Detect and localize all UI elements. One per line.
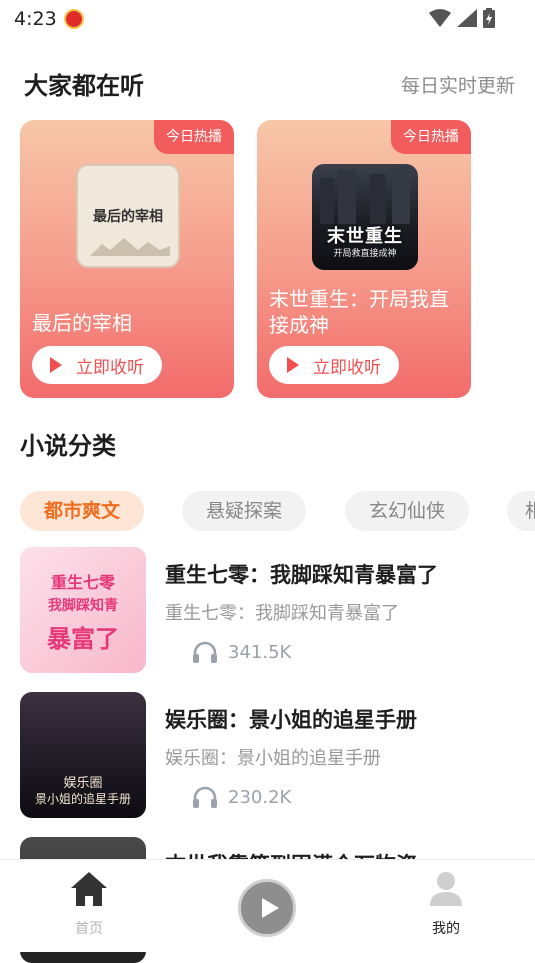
listen-now-label: 立即收听 <box>76 357 144 378</box>
popular-section-subtitle: 每日实时更新 <box>400 75 515 97</box>
play-icon <box>262 898 279 918</box>
status-time: 4:23 <box>14 8 57 30</box>
wifi-icon <box>429 9 451 27</box>
play-icon <box>287 357 299 373</box>
play-count-value: 230.2K <box>228 786 292 808</box>
book-list-item[interactable]: 重生七零 我脚踩知青 暴富了 重生七零：我脚踩知青暴富了 重生七零：我脚踩知青暴… <box>20 547 535 673</box>
cover-line: 重生七零 <box>50 573 115 592</box>
cover-title: 末世重生 <box>327 226 403 247</box>
tab-home-label: 首页 <box>75 921 103 937</box>
signal-icon <box>457 9 477 27</box>
category-chip-urban[interactable]: 都市爽文 <box>20 491 144 531</box>
category-chip-mystery[interactable]: 悬疑探案 <box>182 491 306 531</box>
category-chips: 都市爽文 悬疑探案 玄幻仙侠 相 <box>20 491 535 533</box>
play-icon <box>50 357 62 373</box>
battery-icon <box>483 8 495 28</box>
listen-now-button[interactable]: 立即收听 <box>32 346 162 384</box>
cover-line: 我脚踩知青 <box>48 598 118 614</box>
home-icon <box>71 872 107 906</box>
cover-subtitle: 开局救直接成神 <box>333 249 397 259</box>
play-count-value: 341.5K <box>228 641 292 663</box>
cover-title: 最后的宰相 <box>93 209 163 225</box>
cover-line: 暴富了 <box>47 625 119 653</box>
book-description: 娱乐圈：景小姐的追星手册 <box>165 748 381 769</box>
listen-now-label: 立即收听 <box>313 357 381 378</box>
book-cover[interactable]: 末世重生 开局救直接成神 <box>312 164 418 270</box>
play-count: 341.5K <box>192 641 291 663</box>
popular-section-title: 大家都在听 <box>24 72 144 100</box>
headphones-icon <box>193 786 217 808</box>
mountain-illustration <box>90 238 170 256</box>
popular-section-header: 大家都在听 每日实时更新 <box>24 66 515 102</box>
city-ruins-illustration <box>320 166 410 224</box>
book-cover[interactable]: 重生七零 我脚踩知青 暴富了 <box>20 547 146 673</box>
tab-me[interactable]: 我的 <box>406 870 486 938</box>
cover-line: 景小姐的追星手册 <box>34 792 131 806</box>
hot-card-2[interactable]: 今日热播 末世重生 开局救直接成神 末世重生：开局我直接成神 立即收听 <box>257 120 471 398</box>
bottom-tab-bar: 首页 我的 <box>0 859 535 952</box>
player-button[interactable] <box>238 879 296 937</box>
card-title: 最后的宰相 <box>32 311 132 335</box>
tab-me-label: 我的 <box>432 921 460 937</box>
tab-home[interactable]: 首页 <box>49 870 129 938</box>
category-chip-partial[interactable]: 相 <box>507 491 535 531</box>
book-cover[interactable]: 最后的宰相 <box>76 164 180 268</box>
book-title: 娱乐圈：景小姐的追星手册 <box>165 708 417 732</box>
hot-badge: 今日热播 <box>391 120 471 154</box>
play-count: 230.2K <box>192 786 291 808</box>
category-section-title: 小说分类 <box>20 432 116 460</box>
hot-card-1[interactable]: 今日热播 最后的宰相 最后的宰相 立即收听 <box>20 120 234 398</box>
book-list-item[interactable]: 娱乐圈 景小姐的追星手册 娱乐圈：景小姐的追星手册 娱乐圈：景小姐的追星手册 2… <box>20 692 535 818</box>
headphones-icon <box>193 641 217 663</box>
app-notification-icon <box>64 9 84 29</box>
book-description: 重生七零：我脚踩知青暴富了 <box>165 603 399 624</box>
status-bar: 4:23 <box>0 0 535 36</box>
card-title: 末世重生：开局我直接成神 <box>269 287 449 337</box>
cover-line: 娱乐圈 <box>63 776 103 791</box>
category-chip-fantasy[interactable]: 玄幻仙侠 <box>345 491 469 531</box>
book-cover[interactable]: 娱乐圈 景小姐的追星手册 <box>20 692 146 818</box>
system-icons <box>429 8 495 28</box>
hot-badge: 今日热播 <box>154 120 234 154</box>
listen-now-button[interactable]: 立即收听 <box>269 346 399 384</box>
book-title: 重生七零：我脚踩知青暴富了 <box>165 563 438 587</box>
user-icon <box>430 872 462 906</box>
